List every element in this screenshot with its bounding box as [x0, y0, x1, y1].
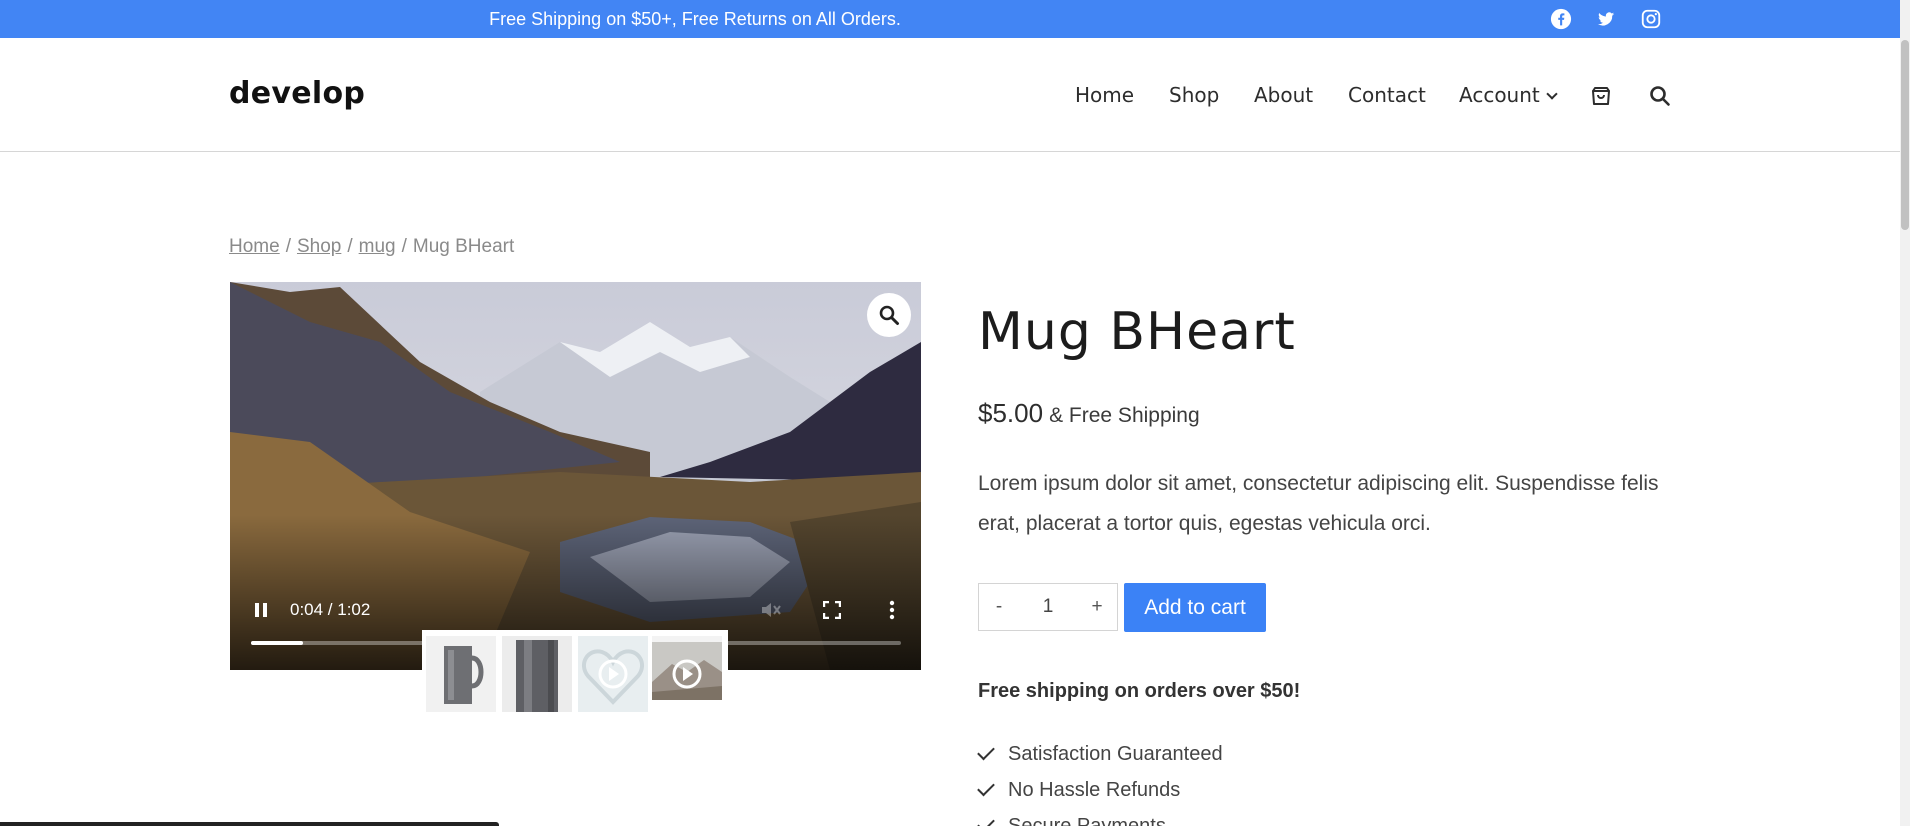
add-to-cart-button[interactable]: Add to cart — [1124, 583, 1266, 632]
feature-list: Satisfaction Guaranteed No Hassle Refund… — [977, 736, 1223, 826]
site-logo[interactable]: develop — [229, 76, 365, 111]
nav-about[interactable]: About — [1254, 83, 1313, 107]
chevron-down-icon — [1546, 88, 1558, 100]
video-progress-fill — [251, 641, 303, 645]
thumbnail-heart-video[interactable] — [578, 636, 648, 712]
instagram-icon[interactable] — [1640, 8, 1662, 30]
twitter-icon[interactable] — [1595, 8, 1617, 30]
nav-contact[interactable]: Contact — [1348, 83, 1426, 107]
promo-text: Free Shipping on $50+, Free Returns on A… — [489, 9, 901, 29]
breadcrumb-separator: / — [401, 236, 407, 257]
price-shipping: & Free Shipping — [1049, 404, 1200, 427]
price-amount: $5.00 — [978, 398, 1044, 428]
nav-home[interactable]: Home — [1075, 83, 1134, 107]
breadcrumb-separator: / — [285, 236, 291, 257]
quantity-decrease-button[interactable]: - — [979, 596, 1019, 618]
more-options-icon[interactable] — [889, 600, 895, 625]
breadcrumb-home[interactable]: Home — [229, 236, 280, 257]
breadcrumb-separator: / — [347, 236, 353, 257]
zoom-button[interactable] — [867, 293, 911, 337]
gallery-thumbnails — [422, 630, 728, 712]
thumbnail-mountain-video[interactable] — [652, 636, 722, 700]
quantity-stepper: - 1 + — [978, 583, 1118, 631]
thumbnail-mug-side[interactable] — [502, 636, 572, 712]
pause-icon[interactable] — [253, 602, 269, 623]
shipping-note: Free shipping on orders over $50! — [978, 680, 1301, 702]
product-title: Mug BHeart — [978, 302, 1296, 362]
nav-account-label: Account — [1459, 83, 1540, 107]
nav-shop[interactable]: Shop — [1169, 83, 1219, 107]
check-icon — [977, 814, 995, 826]
quantity-increase-button[interactable]: + — [1077, 596, 1117, 618]
breadcrumb-shop[interactable]: Shop — [297, 236, 341, 257]
check-icon — [977, 742, 995, 760]
promo-bar: Free Shipping on $50+, Free Returns on A… — [0, 0, 1900, 38]
product-price: $5.00 & Free Shipping — [978, 398, 1200, 429]
page-scrollbar[interactable] — [1900, 0, 1910, 826]
search-icon[interactable] — [1648, 84, 1672, 108]
feature-label: No Hassle Refunds — [1008, 778, 1181, 801]
breadcrumb: Home / Shop / mug / Mug BHeart — [229, 236, 514, 258]
product-description: Lorem ipsum dolor sit amet, consectetur … — [978, 472, 1659, 535]
thumbnail-mug-front[interactable] — [426, 636, 496, 712]
facebook-icon[interactable] — [1550, 8, 1572, 30]
list-item: No Hassle Refunds — [977, 772, 1223, 808]
nav-account[interactable]: Account — [1459, 83, 1558, 107]
magnifier-icon — [879, 305, 899, 325]
cart-icon[interactable] — [1589, 84, 1613, 108]
breadcrumb-mug[interactable]: mug — [359, 236, 396, 257]
fullscreen-icon[interactable] — [822, 600, 842, 624]
bottom-admin-bar — [0, 822, 499, 826]
quantity-input[interactable]: 1 — [1019, 596, 1077, 618]
list-item: Satisfaction Guaranteed — [977, 736, 1223, 772]
check-icon — [977, 778, 995, 796]
video-time: 0:04 / 1:02 — [290, 600, 371, 619]
feature-label: Secure Payments — [1008, 814, 1166, 826]
site-header: develop — [0, 38, 1900, 152]
list-item: Secure Payments — [977, 808, 1223, 826]
scrollbar-thumb[interactable] — [1901, 40, 1909, 230]
feature-label: Satisfaction Guaranteed — [1008, 742, 1223, 765]
breadcrumb-current: Mug BHeart — [412, 236, 515, 257]
mute-icon[interactable] — [760, 600, 782, 625]
